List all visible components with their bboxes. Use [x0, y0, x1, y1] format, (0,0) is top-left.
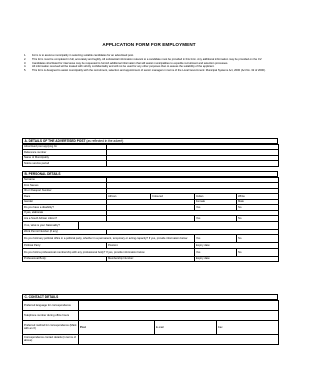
table-row: Preferred method for correspondence (Mar… [22, 319, 279, 335]
political-office-question: Do you hold any political office in a po… [22, 234, 195, 243]
section-a-advertised-post: A. DETAILS OF THE ADVERTISED POST (as re… [22, 138, 279, 167]
telephone-label: Telephone number during office hours [22, 309, 79, 321]
section-c-contact-details: C. CONTACT DETAILS Preferred language fo… [22, 294, 279, 345]
correspondence-details-label: Correspondence contact details (in terms… [22, 333, 79, 345]
table-row: Professional Body: Membership Number: Ex… [22, 255, 279, 262]
notice-period-label: Notice service period [22, 160, 107, 167]
instruction-number: 5. [24, 69, 27, 73]
political-no-option[interactable]: No [236, 234, 279, 243]
nationality-field[interactable] [78, 220, 279, 230]
preferred-language-field[interactable] [78, 299, 279, 311]
notice-period-field[interactable] [106, 160, 279, 167]
table-row: Do you hold a professional membership wi… [22, 247, 279, 257]
political-yes-option[interactable]: Yes [194, 234, 237, 243]
preferred-language-label: Preferred language for correspondence [22, 299, 79, 311]
form-title: APPLICATION FORM FOR EMPLOYMENT [102, 42, 196, 47]
section-b-table: Surname First Names ID or Passport Numbe… [22, 176, 279, 263]
table-row: If no, what is your Nationality? [22, 220, 279, 230]
correspondence-details-field[interactable] [78, 333, 279, 345]
section-b-title: B. PERSONAL DETAILS [24, 172, 61, 176]
section-a-note: (as reflected in the advert) [86, 139, 124, 143]
preferred-method-label: Preferred method for correspondence (Mar… [22, 319, 79, 335]
table-row: Do you hold any political office in a po… [22, 234, 279, 243]
professional-no-option[interactable]: No [236, 247, 279, 257]
method-post-option[interactable]: Post [78, 319, 155, 335]
table-row: Telephone number during office hours [22, 309, 279, 321]
method-fax-option[interactable]: Fax [216, 319, 279, 335]
instruction-item: 5. This form is designed to assist munic… [24, 69, 276, 73]
section-a-title: A. DETAILS OF THE ADVERTISED POST [24, 139, 86, 143]
membership-number-label[interactable]: Membership Number: [106, 255, 195, 262]
table-row: Preferred language for correspondence [22, 299, 279, 311]
section-b-personal-details: B. PERSONAL DETAILS Surname First Names … [22, 171, 279, 263]
instructions-list: 1. Form is to assist a municipality in s… [24, 54, 276, 73]
telephone-field[interactable] [78, 309, 279, 321]
nationality-label: If no, what is your Nationality? [22, 220, 79, 230]
professional-yes-option[interactable]: Yes [194, 247, 237, 257]
professional-expiry-label[interactable]: Expiry date: [194, 255, 279, 262]
professional-body-question: Do you hold a professional membership wi… [22, 247, 195, 257]
table-row: Correspondence contact details (in terms… [22, 333, 279, 345]
section-c-table: Preferred language for correspondence Te… [22, 299, 279, 345]
application-form-page: APPLICATION FORM FOR EMPLOYMENT 1. Form … [0, 0, 298, 386]
table-row: Notice service period [22, 160, 279, 167]
instruction-text: This form is designed to assist municipa… [32, 69, 266, 73]
section-c-title: C. CONTACT DETAILS [24, 295, 59, 299]
section-a-table: Advertised post applying for Reference n… [22, 143, 279, 167]
professional-body-label[interactable]: Professional Body: [22, 255, 107, 262]
method-email-option[interactable]: E-mail [154, 319, 217, 335]
